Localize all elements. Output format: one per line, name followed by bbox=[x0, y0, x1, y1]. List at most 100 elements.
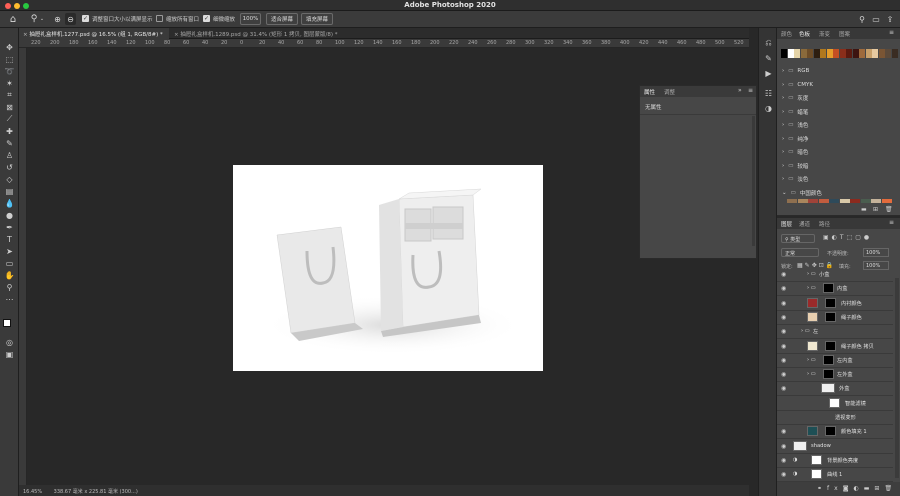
color-swatch[interactable] bbox=[797, 199, 808, 203]
layer-row[interactable]: ◉ › ▭ 左 bbox=[777, 324, 893, 340]
fill-color-thumbnail[interactable] bbox=[807, 426, 818, 437]
swatch-folder[interactable]: › ▭ 纯净 bbox=[782, 133, 897, 145]
swatch-folder[interactable]: › ▭ 浅色 bbox=[782, 119, 897, 131]
tab-swatches[interactable]: 色板 bbox=[799, 30, 810, 38]
visibility-eye-icon[interactable]: ◉ bbox=[781, 471, 786, 478]
scrollbar[interactable] bbox=[895, 278, 899, 478]
trash-icon[interactable]: 🗑 bbox=[885, 206, 893, 213]
visibility-eye-icon[interactable]: ◉ bbox=[781, 314, 786, 321]
color-swatch[interactable] bbox=[833, 49, 839, 58]
layer-row[interactable]: ◉ 外盒 bbox=[777, 381, 893, 397]
scrollbar[interactable] bbox=[752, 116, 755, 246]
resize-windows-checkbox[interactable]: ✓ bbox=[82, 15, 89, 22]
quick-mask-icon[interactable]: ◎ bbox=[4, 337, 15, 347]
tab-patterns[interactable]: 图案 bbox=[839, 30, 850, 38]
color-swatch[interactable] bbox=[787, 49, 794, 58]
chevron-icon[interactable]: › bbox=[782, 68, 784, 74]
chevron-icon[interactable]: › bbox=[782, 176, 784, 182]
layer-row[interactable]: ◉ 内衬颜色 bbox=[777, 296, 893, 311]
fill-color-thumbnail[interactable] bbox=[807, 311, 818, 322]
zoom-all-checkbox[interactable] bbox=[156, 15, 163, 22]
zoom-in-icon[interactable]: ⊕ bbox=[52, 13, 63, 25]
color-swatch[interactable] bbox=[878, 49, 885, 58]
shape-tool-icon[interactable]: ▭ bbox=[4, 258, 15, 268]
share-icon[interactable]: ⇪ bbox=[885, 13, 895, 25]
zoom-percentage[interactable]: 16.45% bbox=[23, 489, 42, 495]
tab-adjustments[interactable]: 调整 bbox=[664, 88, 675, 96]
swatch-folder[interactable]: › ▭ RGB bbox=[782, 65, 897, 77]
layer-mask-thumbnail[interactable] bbox=[811, 469, 822, 480]
fill-screen-button[interactable]: 填充屏幕 bbox=[301, 13, 333, 25]
hand-tool-icon[interactable]: ✋ bbox=[4, 270, 15, 280]
layer-thumbnail[interactable] bbox=[793, 440, 807, 451]
color-swatch[interactable] bbox=[839, 49, 846, 58]
zoom-tool-icon[interactable]: ⚲ bbox=[4, 282, 15, 292]
swatch-folder[interactable]: › ▭ 灰度 bbox=[782, 92, 897, 104]
brush-tool-icon[interactable]: ✎ bbox=[4, 138, 15, 148]
eyedropper-icon[interactable]: ⟋ bbox=[4, 114, 15, 124]
healing-brush-icon[interactable]: ✚ bbox=[4, 126, 15, 136]
color-swatch[interactable] bbox=[813, 49, 820, 58]
properties-icon[interactable]: ☷ bbox=[763, 88, 774, 98]
layer-row[interactable]: ◉ › ▭ 内盒 bbox=[777, 281, 893, 297]
chevron-icon[interactable]: › bbox=[782, 109, 784, 115]
color-swatch[interactable] bbox=[787, 199, 797, 203]
document-size[interactable]: 338.67 毫米 x 225.81 毫米 (300...) bbox=[54, 489, 138, 495]
color-swatch[interactable] bbox=[826, 49, 833, 58]
visibility-eye-icon[interactable]: ◉ bbox=[781, 343, 786, 350]
chevron-icon[interactable]: › bbox=[782, 163, 784, 169]
swatch-folder[interactable]: › ▭ 暗色 bbox=[782, 146, 897, 158]
color-swatch[interactable] bbox=[885, 49, 891, 58]
blur-tool-icon[interactable]: 💧 bbox=[4, 198, 15, 208]
layer-mask-thumbnail[interactable] bbox=[825, 426, 836, 437]
color-swatch[interactable] bbox=[800, 49, 807, 58]
color-swatch[interactable] bbox=[829, 199, 839, 203]
lasso-tool-icon[interactable]: ➰ bbox=[4, 66, 15, 76]
pen-tool-icon[interactable]: ✒ bbox=[4, 222, 15, 232]
group-folder-icon[interactable]: › ▭ bbox=[807, 271, 816, 277]
menu-icon[interactable]: ≡ bbox=[889, 29, 894, 36]
color-swatch[interactable] bbox=[865, 49, 872, 58]
layer-row[interactable]: ◉ › ▭ 小盒 bbox=[777, 267, 893, 282]
swatch-folder[interactable]: ⌄ ▭ 中国颜色 bbox=[782, 187, 897, 199]
history-icon[interactable]: ⎌ bbox=[763, 38, 774, 48]
layer-row[interactable]: ◉ 颜色填充 1 bbox=[777, 424, 893, 440]
group-folder-icon[interactable]: › ▭ bbox=[807, 285, 816, 291]
path-selection-icon[interactable]: ➤ bbox=[4, 246, 15, 256]
vertical-ruler[interactable] bbox=[19, 48, 27, 485]
gradient-tool-icon[interactable]: ▤ bbox=[4, 186, 15, 196]
collapse-icon[interactable]: » bbox=[738, 87, 742, 94]
tab-document-1289[interactable]: × 抽屉礼盒样机.1289.psd @ 31.4% (矩形 1 拷贝, 图层蒙版… bbox=[170, 28, 345, 39]
frame-tool-icon[interactable]: ⊠ bbox=[4, 102, 15, 112]
layer-row[interactable]: ◉ ◑ 背景颜色亮度 bbox=[777, 453, 893, 468]
tab-layers[interactable]: 图层 bbox=[781, 220, 792, 228]
color-swatch[interactable] bbox=[872, 49, 878, 58]
layer-row[interactable]: ◉ › ▭ 左内盒 bbox=[777, 353, 893, 368]
tab-paths[interactable]: 路径 bbox=[819, 220, 830, 228]
type-tool-icon[interactable]: T bbox=[4, 234, 15, 244]
zoom-out-icon[interactable]: ⊖ bbox=[65, 13, 76, 25]
history-brush-icon[interactable]: ↺ bbox=[4, 162, 15, 172]
blend-mode-select[interactable]: 正常 bbox=[781, 248, 819, 257]
color-swatch[interactable] bbox=[781, 49, 787, 58]
color-swatch[interactable] bbox=[794, 49, 800, 58]
menu-icon[interactable]: ≡ bbox=[889, 219, 894, 226]
document-canvas[interactable] bbox=[233, 165, 543, 371]
filter-type-icons[interactable]: ▣◐T⬚▢● bbox=[823, 234, 893, 243]
marquee-tool-icon[interactable]: ⬚ bbox=[4, 54, 15, 64]
swatch-folder[interactable]: › ▭ 淡色 bbox=[782, 173, 897, 185]
chevron-icon[interactable]: › bbox=[782, 122, 784, 128]
layer-mask-thumbnail[interactable] bbox=[823, 369, 834, 380]
zoom-value-button[interactable]: 100% bbox=[240, 13, 261, 25]
layer-mask-thumbnail[interactable] bbox=[823, 283, 834, 294]
color-swatch[interactable] bbox=[839, 199, 850, 203]
layer-row[interactable]: ◉ 绳子颜色 拷贝 bbox=[777, 339, 893, 354]
color-swatch[interactable] bbox=[808, 199, 818, 203]
home-icon[interactable]: ⌂ bbox=[7, 13, 19, 25]
visibility-eye-icon[interactable]: ◉ bbox=[781, 357, 786, 364]
group-folder-icon[interactable]: › ▭ bbox=[801, 328, 810, 334]
visibility-eye-icon[interactable]: ◉ bbox=[781, 443, 786, 450]
new-swatch-icon[interactable]: ⊞ bbox=[873, 206, 878, 213]
stamp-tool-icon[interactable]: ♙ bbox=[4, 150, 15, 160]
tab-channels[interactable]: 通道 bbox=[799, 220, 810, 228]
